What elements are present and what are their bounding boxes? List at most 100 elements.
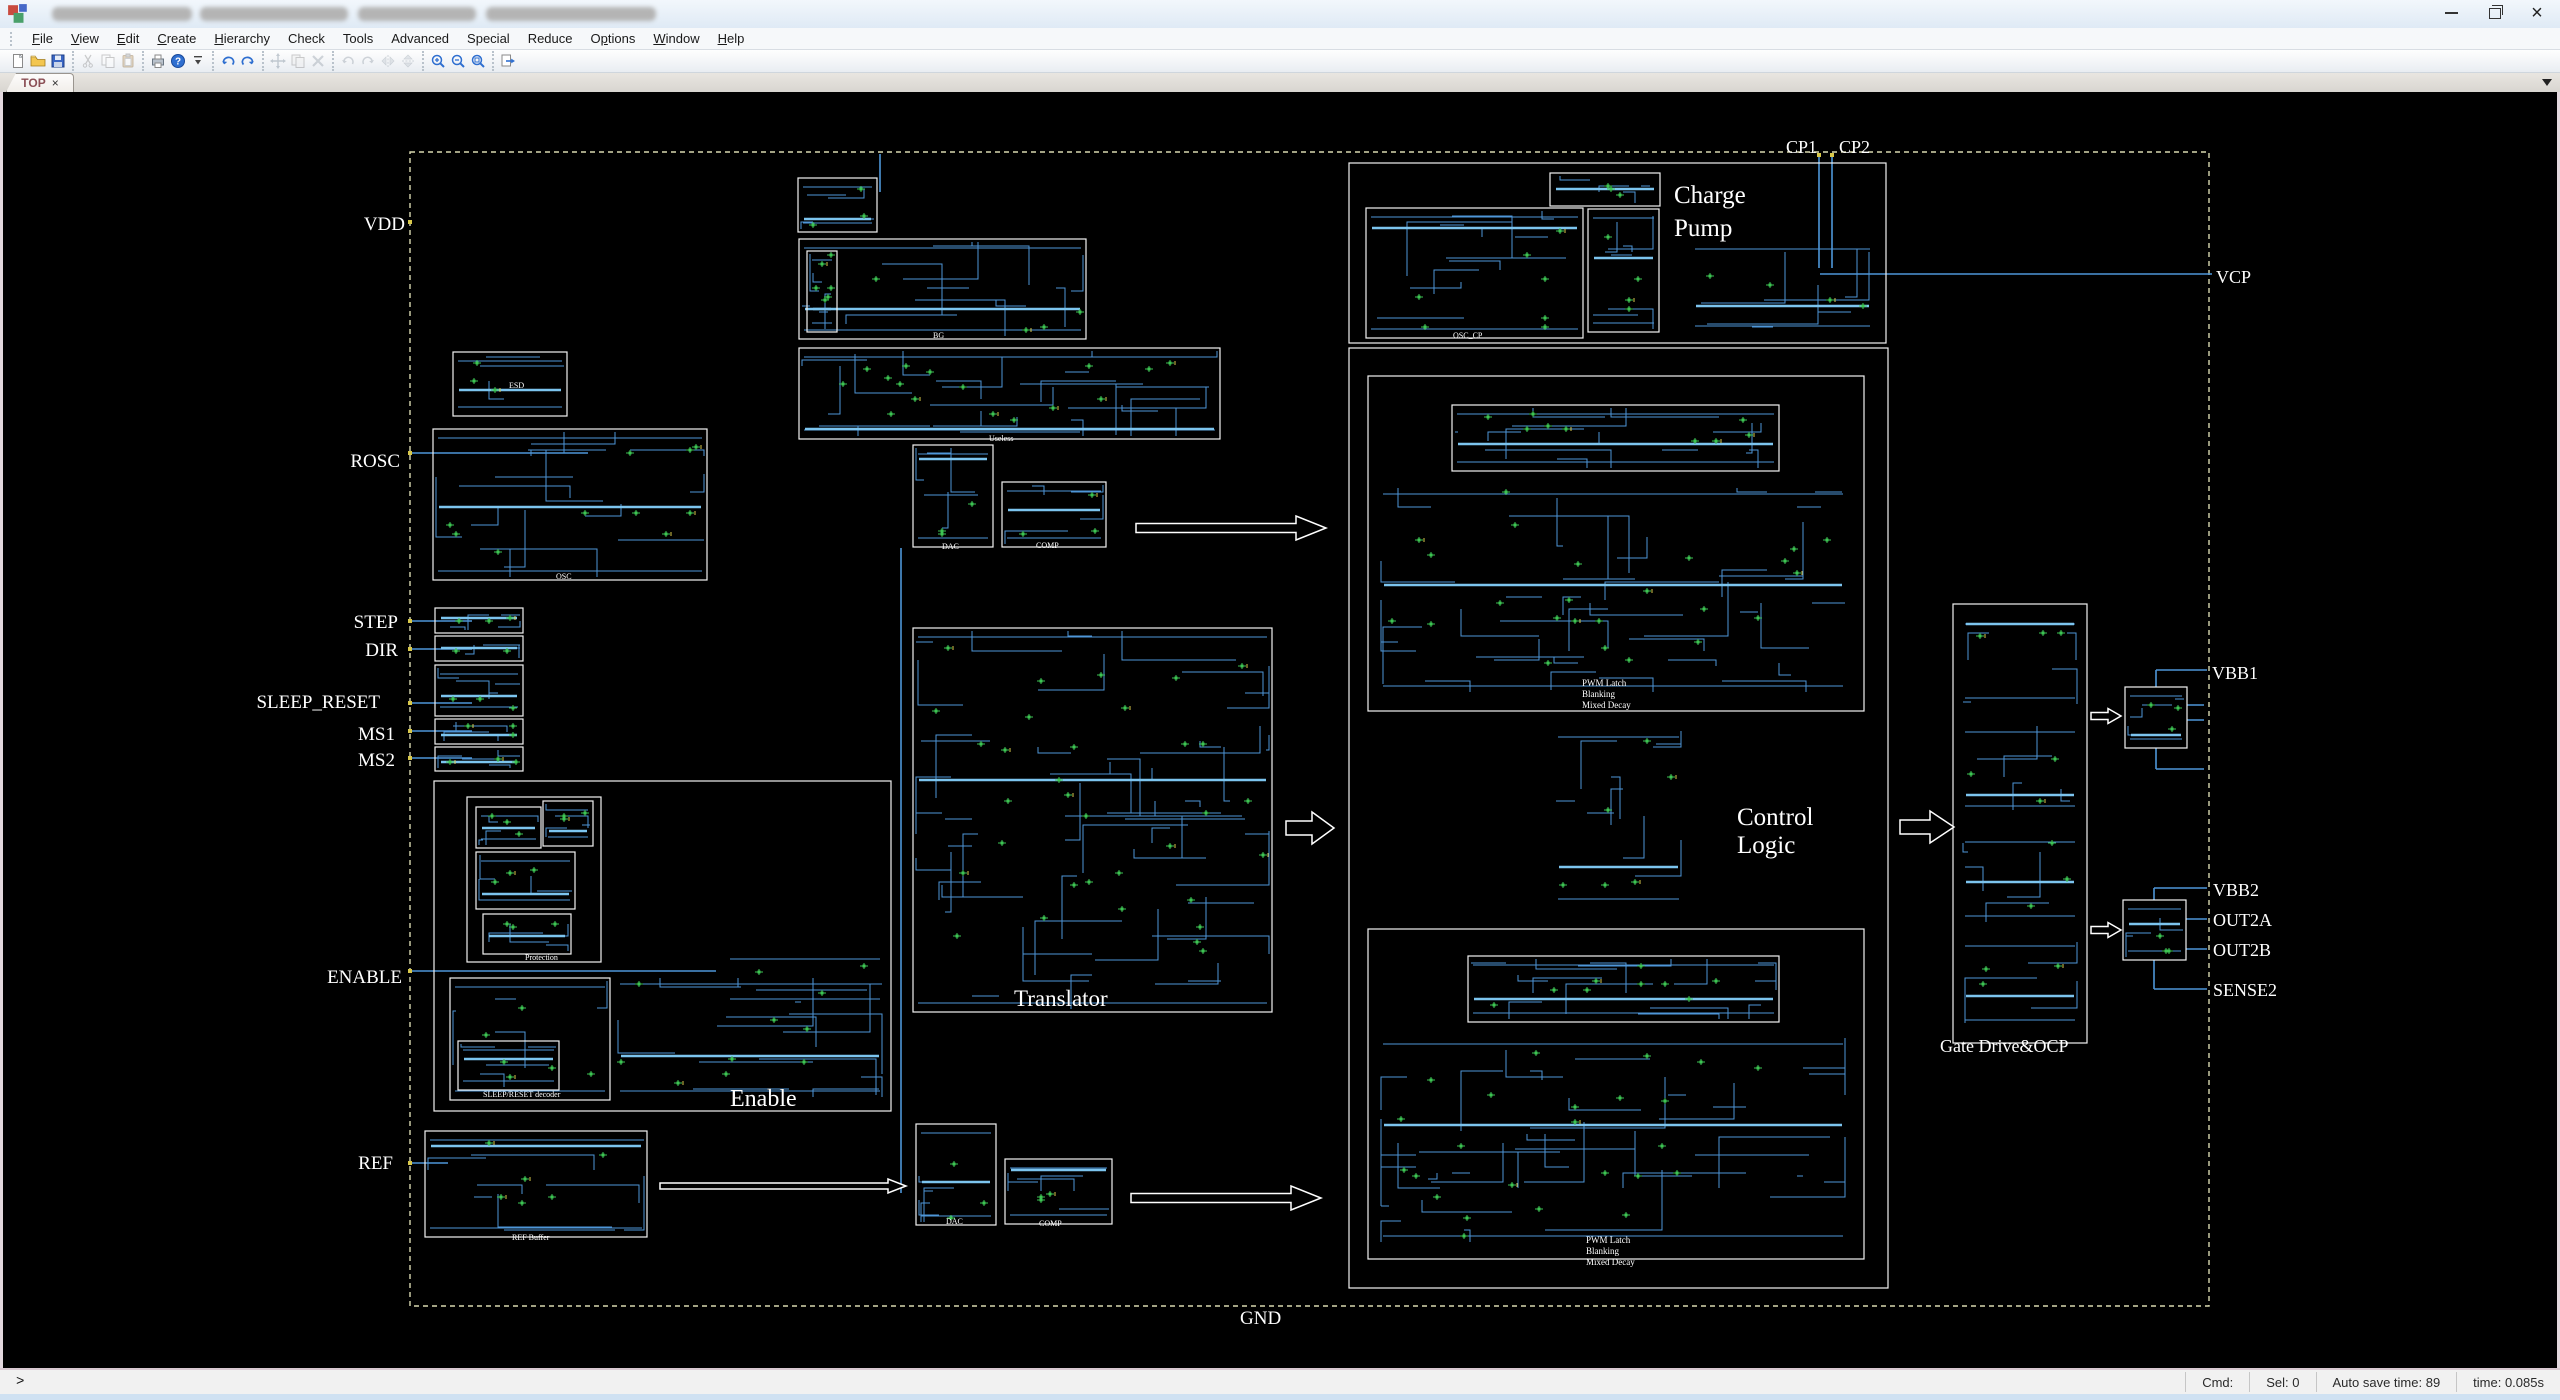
- schematic-label-osc[interactable]: OSC: [556, 572, 572, 581]
- schematic-label-sleep-reset[interactable]: SLEEP_RESET: [256, 692, 380, 713]
- schematic-label-protection[interactable]: Protection: [525, 953, 558, 962]
- schematic-label-vbb2[interactable]: VBB2: [2213, 880, 2259, 900]
- schematic-label-pump[interactable]: Pump: [1674, 215, 1732, 242]
- menu-item-reduce[interactable]: Reduce: [519, 29, 582, 48]
- toolbar-rotate-right-button[interactable]: [358, 51, 378, 71]
- schematic-label-bg[interactable]: BG: [933, 331, 944, 340]
- schematic-label-comp[interactable]: COMP: [1036, 541, 1059, 550]
- toolbar-new-button[interactable]: [8, 51, 28, 71]
- schematic-label-gnd[interactable]: GND: [1240, 1308, 1281, 1329]
- schematic-label-pwm-latch[interactable]: PWM Latch: [1582, 678, 1627, 688]
- schematic-label-sleep-reset-decoder[interactable]: SLEEP/RESET decoder: [483, 1090, 561, 1099]
- toolbar-zoom-in-button[interactable]: [428, 51, 448, 71]
- schematic-label-sense2[interactable]: SENSE2: [2213, 980, 2277, 1000]
- menu-item-options[interactable]: Options: [582, 29, 645, 48]
- schematic-label-mixed-decay[interactable]: Mixed Decay: [1586, 1257, 1635, 1267]
- tab-overflow-icon[interactable]: [2542, 79, 2552, 86]
- schematic-canvas[interactable]: VDD ROSC STEP DIR SLEEP_RESET MS1 MS2 ENABLE REF…: [0, 92, 2560, 1368]
- schematic-label-logic[interactable]: Logic: [1737, 832, 1795, 859]
- menu-item-check[interactable]: Check: [279, 29, 334, 48]
- menu-item-tools[interactable]: Tools: [334, 29, 382, 48]
- menu-item-file[interactable]: File: [23, 29, 62, 48]
- block-osc[interactable]: [433, 429, 707, 580]
- toolbar-save-button[interactable]: [48, 51, 68, 71]
- menu-item-edit[interactable]: Edit: [108, 29, 148, 48]
- menu-item-window[interactable]: Window: [644, 29, 708, 48]
- schematic-label-vdd[interactable]: VDD: [364, 214, 405, 235]
- schematic-label-gate-drive-ocp[interactable]: Gate Drive&OCP: [1940, 1036, 2068, 1056]
- schematic-label-enable[interactable]: ENABLE: [327, 967, 402, 988]
- schematic-label-cp2[interactable]: CP2: [1839, 137, 1870, 157]
- toolbar-redo-button[interactable]: [238, 51, 258, 71]
- block-cp-mid-cell[interactable]: [1588, 209, 1659, 332]
- command-prompt-input[interactable]: >: [0, 1374, 2185, 1390]
- schematic-label-charge[interactable]: Charge: [1674, 182, 1746, 209]
- menu-item-special[interactable]: Special: [458, 29, 519, 48]
- schematic-label-osc-cp[interactable]: OSC_CP: [1453, 331, 1483, 340]
- block-comp-bottom[interactable]: [1005, 1159, 1112, 1224]
- toolbar-delete-button[interactable]: [308, 51, 328, 71]
- schematic-label-out2a[interactable]: OUT2A: [2213, 910, 2272, 930]
- toolbar-move-button[interactable]: [268, 51, 288, 71]
- schematic-label-step[interactable]: STEP: [354, 612, 398, 633]
- toolbar-paste-button[interactable]: [118, 51, 138, 71]
- schematic-label-dir[interactable]: DIR: [365, 640, 398, 661]
- schematic-label-vbb1[interactable]: VBB1: [2212, 663, 2258, 683]
- block-protection-d[interactable]: [483, 914, 571, 954]
- toolbar-mirror-horizontal-button[interactable]: [378, 51, 398, 71]
- toolbar-rotate-left-button[interactable]: [338, 51, 358, 71]
- schematic-label-mixed-decay[interactable]: Mixed Decay: [1582, 700, 1631, 710]
- menu-item-advanced[interactable]: Advanced: [382, 29, 458, 48]
- schematic-label-vcp[interactable]: VCP: [2216, 267, 2251, 287]
- menu-item-hierarchy[interactable]: Hierarchy: [205, 29, 279, 48]
- toolbar-push-hierarchy-button[interactable]: [498, 51, 518, 71]
- toolbar-open-button[interactable]: [28, 51, 48, 71]
- schematic-label-pwm-latch[interactable]: PWM Latch: [1586, 1235, 1631, 1245]
- block-vdd-top-cell[interactable]: [798, 178, 877, 232]
- schematic-label-cp1[interactable]: CP1: [1786, 137, 1817, 157]
- schematic-label-useless[interactable]: Useless: [989, 434, 1013, 443]
- block-protection-b[interactable]: [543, 801, 593, 846]
- block-dac-top[interactable]: [913, 445, 993, 547]
- toolbar-overflow-button[interactable]: [188, 51, 208, 71]
- toolbar-print-button[interactable]: [148, 51, 168, 71]
- close-button[interactable]: ×: [2520, 2, 2554, 24]
- toolbar-copy-button[interactable]: [98, 51, 118, 71]
- schematic-label-blanking[interactable]: Blanking: [1582, 689, 1615, 699]
- schematic-label-dac[interactable]: DAC: [942, 542, 959, 551]
- block-dac-bottom[interactable]: [916, 1124, 996, 1225]
- schematic-label-blanking[interactable]: Blanking: [1586, 1246, 1619, 1256]
- schematic-label-dac[interactable]: DAC: [946, 1217, 963, 1226]
- schematic-label-ref[interactable]: REF: [358, 1153, 393, 1174]
- menu-item-help[interactable]: Help: [709, 29, 754, 48]
- schematic-label-ms2[interactable]: MS2: [358, 750, 395, 771]
- menu-item-view[interactable]: View: [62, 29, 108, 48]
- schematic-label-enable[interactable]: Enable: [730, 1086, 797, 1112]
- tab-close-icon[interactable]: ×: [52, 78, 59, 88]
- toolbar-undo-button[interactable]: [218, 51, 238, 71]
- block-sleep-reset-decoder[interactable]: [450, 978, 610, 1100]
- tab-top[interactable]: TOP ×: [6, 73, 74, 92]
- toolbar-help-button[interactable]: ?: [168, 51, 188, 71]
- menu-item-create[interactable]: Create: [148, 29, 205, 48]
- schematic-label-comp[interactable]: COMP: [1039, 1219, 1062, 1228]
- toolbar-zoom-out-button[interactable]: [448, 51, 468, 71]
- block-translator[interactable]: [913, 628, 1272, 1012]
- block-pwm-latch-2[interactable]: [1368, 929, 1864, 1259]
- toolbar-copy-instance-button[interactable]: [288, 51, 308, 71]
- schematic-label-ms1[interactable]: MS1: [358, 724, 395, 745]
- schematic-label-rosc[interactable]: ROSC: [350, 451, 400, 472]
- schematic-canvas-area[interactable]: VDD ROSC STEP DIR SLEEP_RESET MS1 MS2 ENABLE REF…: [0, 92, 2560, 1368]
- schematic-label-translator[interactable]: Translator: [1014, 986, 1108, 1011]
- schematic-label-control[interactable]: Control: [1737, 804, 1813, 831]
- block-gate-drive-ocp[interactable]: [1953, 604, 2087, 1043]
- block-pwm-row-1[interactable]: [1452, 405, 1779, 471]
- minimize-button[interactable]: [2434, 2, 2468, 24]
- toolbar-cut-button[interactable]: [78, 51, 98, 71]
- schematic-label-ref-buffer[interactable]: REF Buffer: [512, 1233, 550, 1242]
- toolbar-zoom-fit-button[interactable]: [468, 51, 488, 71]
- restore-button[interactable]: [2478, 2, 2512, 24]
- schematic-label-out2b[interactable]: OUT2B: [2213, 940, 2271, 960]
- toolbar-mirror-vertical-button[interactable]: [398, 51, 418, 71]
- schematic-label-esd[interactable]: ESD: [509, 381, 524, 390]
